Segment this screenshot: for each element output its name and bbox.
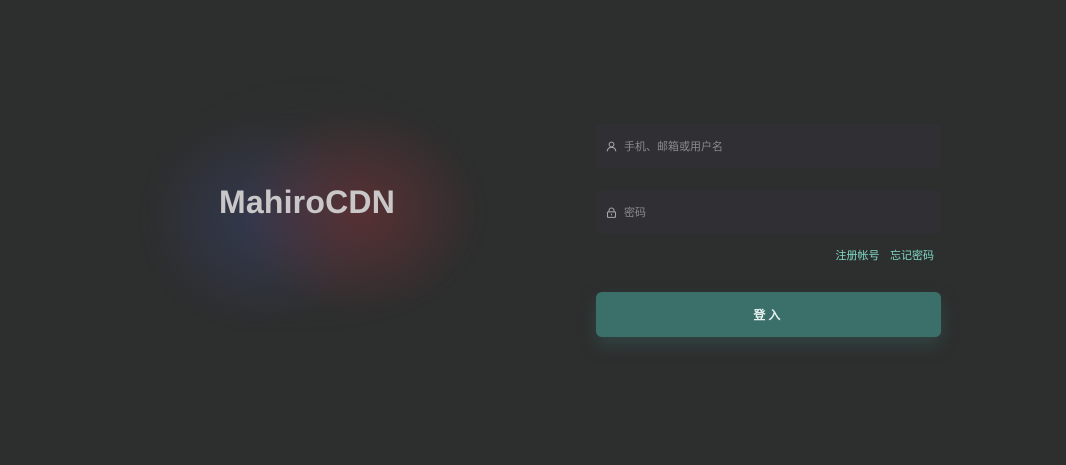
password-field[interactable] [596,190,941,234]
login-page: MahiroCDN 注册帐号 忘记密码 登入 [0,0,1066,465]
username-field[interactable] [596,124,941,168]
login-button[interactable]: 登入 [596,292,941,337]
user-icon [605,140,617,152]
password-input[interactable] [624,190,941,234]
forgot-password-link[interactable]: 忘记密码 [890,249,934,262]
auth-links: 注册帐号 忘记密码 [596,247,935,263]
username-input[interactable] [624,124,941,168]
brand-title: MahiroCDN [218,184,396,220]
register-link[interactable]: 注册帐号 [836,249,880,262]
lock-icon [605,206,617,218]
